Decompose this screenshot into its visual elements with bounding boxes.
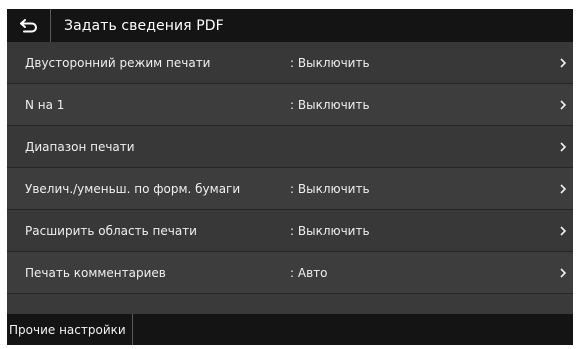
chevron-right-icon <box>560 183 567 194</box>
return-arrow-icon <box>19 18 37 32</box>
chevron-right-icon <box>560 267 567 278</box>
footer-bar: Прочие настройки <box>7 314 573 345</box>
chevron-right-icon <box>560 141 567 152</box>
chevron-right-icon <box>560 57 567 68</box>
setting-value: : Выключить <box>290 97 370 112</box>
setting-label: Расширить область печати <box>25 223 197 238</box>
setting-label: Двусторонний режим печати <box>25 55 211 70</box>
setting-value: : Выключить <box>290 55 370 70</box>
settings-list: Двусторонний режим печати : Выключить N … <box>7 42 573 294</box>
other-settings-button[interactable]: Прочие настройки <box>7 314 133 345</box>
pdf-settings-screen: Задать сведения PDF Двусторонний режим п… <box>7 9 573 345</box>
setting-row-print-range[interactable]: Диапазон печати <box>7 126 573 168</box>
setting-value: : Выключить <box>290 181 370 196</box>
header-bar: Задать сведения PDF <box>7 9 573 42</box>
setting-row-print-comments[interactable]: Печать комментариев : Авто <box>7 252 573 294</box>
setting-label: Печать комментариев <box>25 265 166 280</box>
setting-row-fit-to-paper[interactable]: Увелич./уменьш. по форм. бумаги : Выключ… <box>7 168 573 210</box>
setting-row-duplex[interactable]: Двусторонний режим печати : Выключить <box>7 42 573 84</box>
setting-value: : Выключить <box>290 223 370 238</box>
setting-value: : Авто <box>290 265 328 280</box>
setting-row-enlarge-print-area[interactable]: Расширить область печати : Выключить <box>7 210 573 252</box>
chevron-right-icon <box>560 225 567 236</box>
setting-label: Увелич./уменьш. по форм. бумаги <box>25 181 241 196</box>
page-title: Задать сведения PDF <box>64 17 224 34</box>
setting-row-n-on-1[interactable]: N на 1 : Выключить <box>7 84 573 126</box>
back-button[interactable] <box>7 9 51 42</box>
chevron-right-icon <box>560 99 567 110</box>
setting-label: Диапазон печати <box>25 139 135 154</box>
setting-label: N на 1 <box>25 97 65 112</box>
